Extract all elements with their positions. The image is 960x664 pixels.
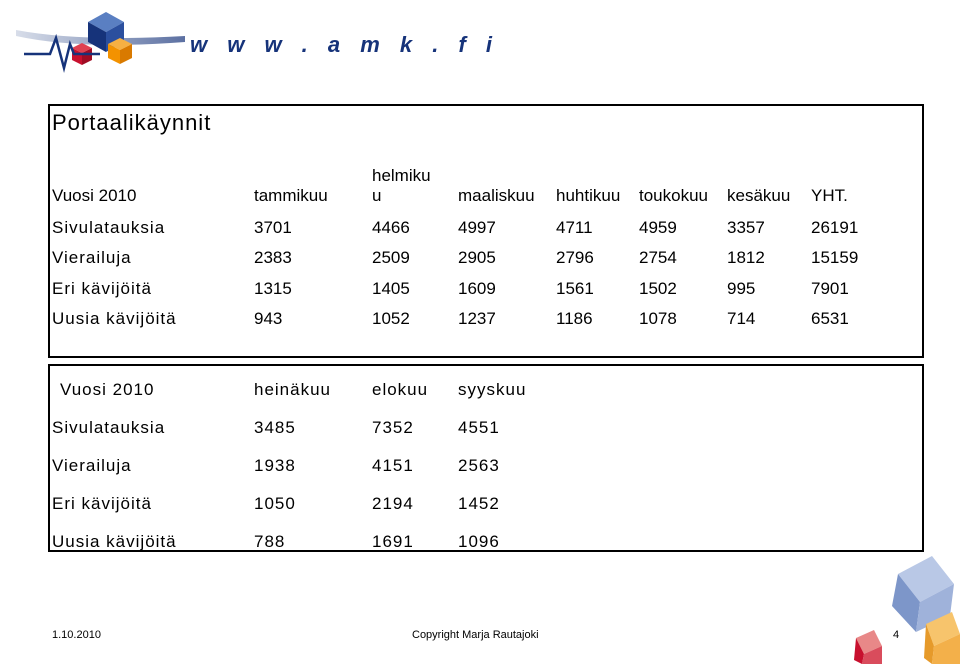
table-row-label: Sivulatauksia [52, 218, 166, 237]
table-cell: 1691 [372, 532, 414, 551]
logo-url-text: w w w . a m k . f i [190, 32, 500, 57]
table-cell: 1405 [372, 279, 410, 298]
decorative-cubes-icon [854, 556, 960, 664]
table1-header-total: YHT. [811, 186, 848, 205]
table-cell: 943 [254, 309, 283, 328]
table2-header-year: Vuosi 2010 [60, 380, 155, 399]
table-cell: 7901 [811, 279, 849, 298]
table-row-label: Vierailuja [52, 456, 132, 475]
table-row-label: Vierailuja [52, 248, 132, 267]
page-title: Portaalikäynnit [52, 110, 212, 135]
table-cell: 1050 [254, 494, 296, 513]
table-cell: 2796 [556, 248, 594, 267]
table-cell: 4959 [639, 218, 677, 237]
table1-header-mar: maaliskuu [458, 186, 535, 205]
table-cell: 2383 [254, 248, 292, 267]
table-cell: 2563 [458, 456, 500, 475]
table2-header-aug: elokuu [372, 380, 429, 399]
table-cell: 1452 [458, 494, 500, 513]
table-cell: 4551 [458, 418, 500, 437]
amk-logo: w w w . a m k . f i [10, 8, 492, 76]
table-cell: 7352 [372, 418, 414, 437]
table-cell: 1186 [556, 309, 593, 328]
table-row-label: Uusia kävijöitä [52, 309, 177, 328]
footer-copyright: Copyright Marja Rautajoki [412, 629, 539, 641]
table-cell: 4997 [458, 218, 496, 237]
table-cell: 1561 [556, 279, 594, 298]
table-row-label: Uusia kävijöitä [52, 532, 177, 551]
table-cell: 1609 [458, 279, 496, 298]
table-cell: 3485 [254, 418, 296, 437]
table-cell: 995 [727, 279, 756, 298]
table1-header-apr: huhtikuu [556, 186, 621, 205]
table-cell: 4151 [372, 456, 414, 475]
table-cell: 15159 [811, 248, 859, 267]
table-cell: 788 [254, 532, 286, 551]
table-cell: 1812 [727, 248, 765, 267]
table-cell: 4711 [556, 218, 593, 237]
table1-header-may: toukokuu [639, 186, 708, 205]
logo-graphic-icon [16, 12, 185, 73]
table-cell: 1096 [458, 532, 500, 551]
table-cell: 2754 [639, 248, 677, 267]
table-cell: 6531 [811, 309, 849, 328]
table1-header-year: Vuosi 2010 [52, 186, 137, 205]
footer-page-number: 4 [893, 629, 900, 641]
table-cell: 3701 [254, 218, 292, 237]
table-cell: 1502 [639, 279, 677, 298]
table-cell: 1938 [254, 456, 296, 475]
table-cell: 26191 [811, 218, 859, 237]
table1-header-jan: tammikuu [254, 186, 328, 205]
table-row-label: Eri kävijöitä [52, 279, 152, 298]
table1-header-feb: helmiku u [372, 166, 431, 205]
table-row-label: Eri kävijöitä [52, 494, 152, 513]
table2-header-jul: heinäkuu [254, 380, 332, 399]
table-cell: 1237 [458, 309, 496, 328]
table-row-label: Sivulatauksia [52, 418, 166, 437]
table-cell: 1315 [254, 279, 292, 298]
table-cell: 714 [727, 309, 756, 328]
table-cell: 2509 [372, 248, 410, 267]
table2-header-sep: syyskuu [458, 380, 527, 399]
table-cell: 2905 [458, 248, 496, 267]
table-cell: 4466 [372, 218, 410, 237]
table-cell: 1078 [639, 309, 677, 328]
table-cell: 1052 [372, 309, 410, 328]
table-cell: 2194 [372, 494, 414, 513]
table1-header-jun: kesäkuu [727, 186, 791, 205]
table-cell: 3357 [727, 218, 765, 237]
footer-date: 1.10.2010 [52, 629, 101, 641]
